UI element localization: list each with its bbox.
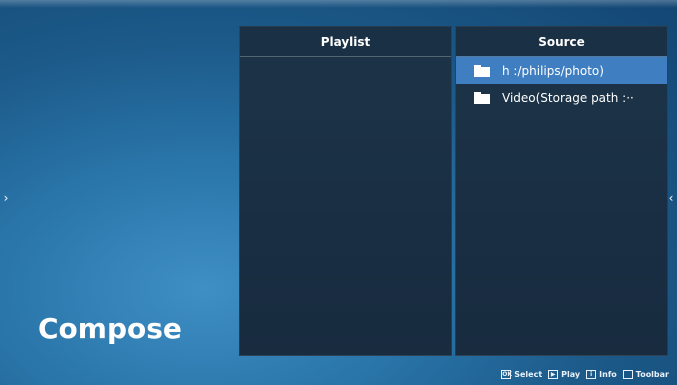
info-icon: i — [586, 370, 597, 379]
source-item-label: h :/philips/photo) — [502, 63, 604, 78]
playlist-header[interactable]: Playlist — [240, 27, 451, 57]
source-header[interactable]: Source — [456, 27, 667, 57]
source-item-label: Video(Storage path :·· — [502, 90, 634, 105]
hint-info: i Info — [586, 370, 617, 379]
previous-page-arrow-icon[interactable]: › — [0, 190, 12, 206]
footer-key-hints: OK Select ▶ Play i Info Toolbar — [501, 370, 669, 379]
top-strip — [0, 0, 677, 8]
playlist-panel: Playlist — [239, 26, 452, 356]
folder-icon — [474, 91, 490, 104]
folder-icon — [474, 64, 490, 77]
hint-toolbar: Toolbar — [622, 370, 669, 379]
source-item-photo[interactable]: h :/philips/photo) — [456, 57, 667, 84]
source-list: h :/philips/photo) Video(Storage path :·… — [456, 57, 667, 111]
source-panel: Source h :/philips/photo) Video(Storage … — [455, 26, 668, 356]
ok-icon: OK — [501, 370, 512, 379]
hint-label: Play — [561, 370, 581, 379]
hint-label: Info — [599, 370, 617, 379]
hint-play: ▶ Play — [548, 370, 580, 379]
hint-select: OK Select — [501, 370, 542, 379]
toolbar-icon — [622, 370, 633, 379]
hint-label: Toolbar — [635, 370, 669, 379]
hint-label: Select — [514, 370, 543, 379]
play-icon: ▶ — [548, 370, 559, 379]
page-title: Compose — [38, 312, 182, 345]
source-item-video[interactable]: Video(Storage path :·· — [456, 84, 667, 111]
